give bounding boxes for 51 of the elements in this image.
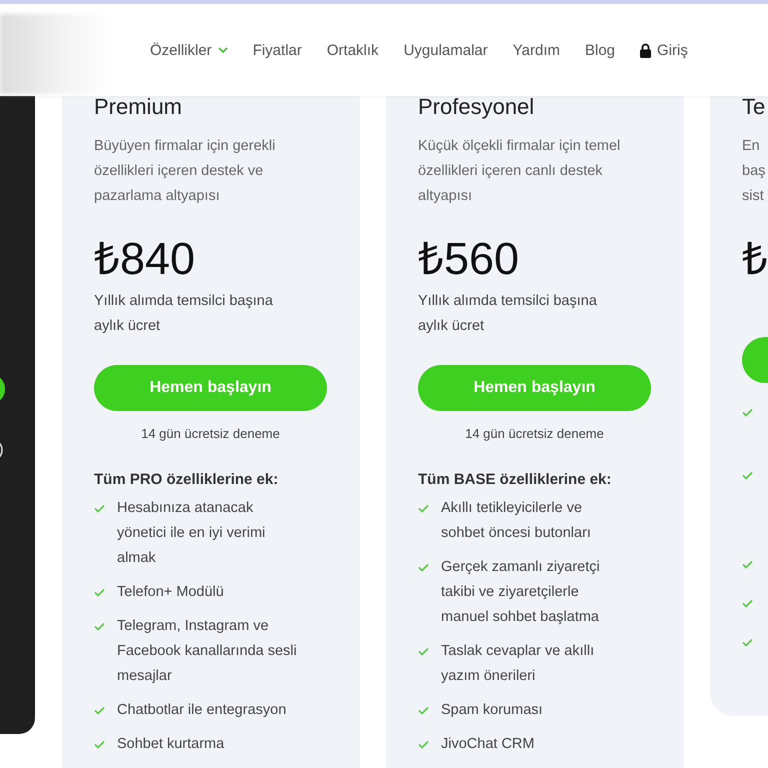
check-icon [418, 647, 429, 656]
nav-link[interactable]: Giriş [640, 42, 688, 58]
nav-link[interactable]: Özellikler [150, 42, 228, 58]
nav-link[interactable]: Uygulamalar [404, 42, 488, 58]
check-icon [742, 408, 753, 417]
features-heading: Tüm PRO özelliklerine ek: [94, 471, 280, 488]
feature-text: Sohbet kurtarma [117, 735, 226, 754]
nav-link[interactable]: Blog [585, 42, 616, 58]
feature-text: Akıllı tetikleyicilerle ve sohbet öncesi butonları [441, 499, 592, 543]
plan-price: ₺ [742, 233, 768, 285]
plan-price: ₺560 [418, 233, 520, 285]
check-icon [418, 504, 429, 513]
nav-link[interactable]: Yardım [512, 42, 560, 58]
nav-link[interactable]: Ortaklık [326, 42, 379, 58]
check-icon [94, 504, 105, 513]
check-icon [94, 588, 105, 597]
feature-text: Chatbotlar ile entegrasyon [117, 701, 288, 720]
check-icon [94, 740, 105, 749]
check-icon [742, 599, 753, 608]
check-icon [94, 622, 105, 631]
plan-title: Profesyonel [418, 96, 536, 118]
plan-title: Te [742, 96, 766, 118]
feature-text: JivoChat CRM [441, 735, 536, 754]
features-heading: Tüm BASE özelliklerine ek: [418, 471, 612, 488]
trial-note: 14 gün ücretsiz deneme [140, 426, 281, 441]
feature-text: Gerçek zamanlı ziyaretçi takibi ve ziyaretçilerle manuel sohbet başlatma [441, 558, 601, 627]
price-note: Yıllık alımda temsilci başına aylık ücret [418, 292, 598, 336]
plan-description: Küçük ölçekli firmalar için temel özellikleri içeren canlı destek altyapısı [418, 137, 622, 206]
nav-link[interactable]: Fiyatlar [252, 42, 302, 58]
plan-price: ₺840 [94, 233, 196, 285]
check-icon [94, 706, 105, 715]
chevron-down-icon [218, 47, 228, 53]
price-note: Yıllık alımda temsilci başına aylık ücret [94, 292, 274, 336]
plan-description: sist [742, 187, 765, 206]
check-icon [742, 638, 753, 647]
feature-text: Taslak cevaplar ve akıllı yazım önerileri [441, 642, 596, 686]
feature-text: Hesabınıza atanacak yönetici ile en iyi verimi almak [117, 499, 266, 568]
check-icon [742, 471, 753, 480]
feature-text: Telefon+ Modülü [117, 583, 225, 602]
lock-icon [640, 42, 652, 58]
plan-description: En [742, 137, 761, 156]
plan-description: Büyüyen firmalar için gerekli özellikleri içeren destek ve pazarlama altyapısı [94, 137, 276, 206]
check-icon [418, 563, 429, 572]
plan-title: Premium [94, 96, 184, 118]
check-icon [418, 706, 429, 715]
check-icon [418, 740, 429, 749]
plan-description: baş [742, 162, 766, 181]
feature-text: Spam koruması [441, 701, 544, 720]
trial-note: 14 gün ücretsiz deneme [464, 426, 605, 441]
feature-text: Telegram, Instagram ve Facebook kanallarında sesli mesajlar [117, 617, 298, 686]
check-icon [742, 560, 753, 569]
